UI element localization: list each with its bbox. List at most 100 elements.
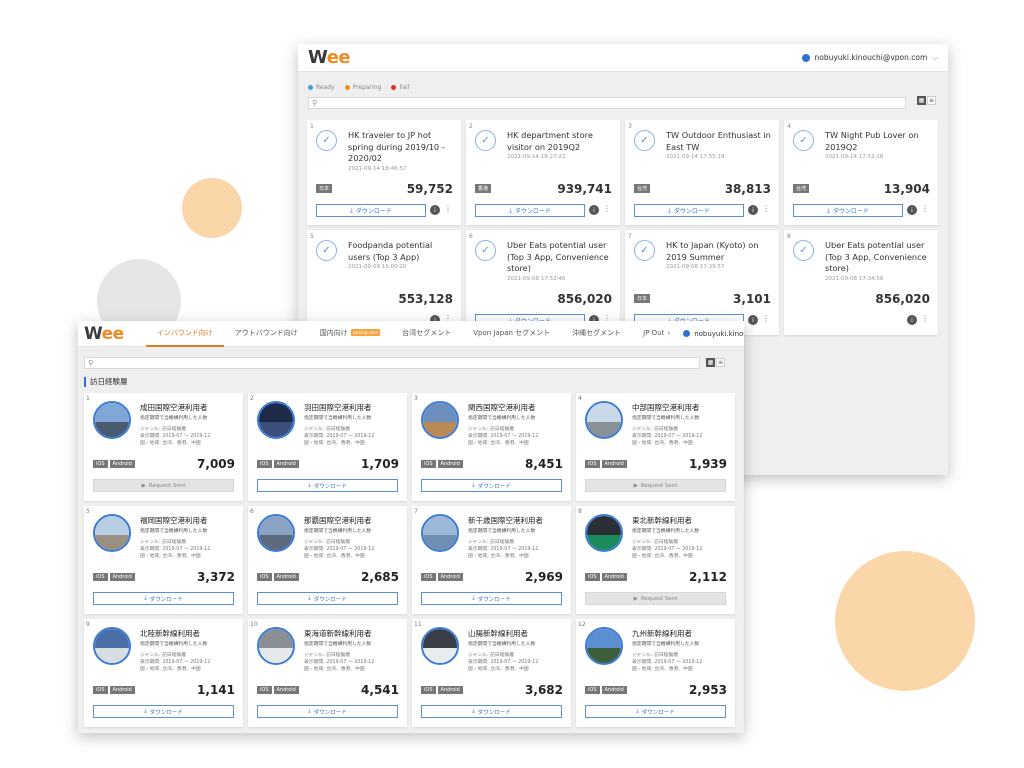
play-icon: ▶	[141, 482, 146, 489]
audience-count: 856,020	[875, 292, 930, 306]
download-button[interactable]: ⤓ダウンロード	[316, 204, 426, 217]
tab-label: 台湾セグメント	[402, 328, 452, 337]
legend-ready: Ready	[308, 84, 335, 91]
info-icon[interactable]: i	[430, 205, 440, 215]
info-icon[interactable]: i	[589, 205, 599, 215]
segment-card[interactable]: 3 関西国際空港利用者 指定期間で当機構利用した人数 ジャンル: 訪日経験層 表示期間:…	[412, 393, 571, 501]
segment-photo	[421, 627, 459, 665]
card-title-block: TW Night Pub Lover on 2019Q2 2021-09-14 1…	[825, 130, 933, 162]
info-icon[interactable]: i	[748, 315, 758, 325]
back-logo[interactable]: Wee	[308, 47, 351, 68]
download-button[interactable]: ⤓ダウンロード	[475, 204, 585, 217]
more-options-icon[interactable]: ⋮	[444, 204, 452, 213]
tab-okinawa-segment[interactable]: 沖縄セグメント	[561, 321, 632, 347]
download-button[interactable]: ⤓ダウンロード	[421, 592, 562, 605]
more-options-icon[interactable]: ⋮	[603, 204, 611, 213]
photo-sky	[423, 403, 457, 422]
segment-photo	[585, 514, 623, 552]
front-user-menu[interactable]: nobuyuki.kinouchi@vpon.com ⌵	[683, 329, 744, 338]
android-tag: Android	[273, 460, 299, 468]
download-button[interactable]: ⤓ダウンロード	[93, 592, 234, 605]
info-icon[interactable]: i	[907, 315, 917, 325]
photo-ground	[95, 647, 129, 663]
segment-card[interactable]: 7 ✓ HK to Japan (Kyoto) on 2019 Summer 2021…	[625, 230, 779, 335]
segment-card[interactable]: 6 ✓ Uber Eats potential user (Top 3 App, C…	[466, 230, 620, 335]
card-number: 9	[86, 621, 90, 628]
legend-preparing-label: Preparing	[352, 84, 382, 91]
download-label: ダウンロード	[477, 709, 511, 716]
more-options-icon[interactable]: ⋮	[921, 204, 929, 213]
segment-card[interactable]: 8 東北新幹線利用者 指定期間で当機構利用した人数 ジャンル: 訪日経験層 表示期間: …	[576, 506, 735, 614]
segment-card[interactable]: 1 ✓ HK traveler to JP hot spring during 20…	[307, 120, 461, 225]
request-sent-button: ▶ Request Sent	[585, 592, 726, 605]
download-button[interactable]: ⤓ダウンロード	[421, 705, 562, 718]
card-meta: ジャンル: 訪日経験層 表示期間: 2019-07 ～ 2019-12 国・地域: …	[140, 426, 210, 447]
tab-inbound[interactable]: インバウンド向け	[145, 321, 224, 347]
platform-tags: iOS Android	[421, 460, 463, 468]
download-button[interactable]: ⤓ダウンロード	[93, 705, 234, 718]
more-options-icon[interactable]: ⋮	[762, 314, 770, 323]
front-card-grid: 1 成田国際空港利用者 指定期間で当機構利用した人数 ジャンル: 訪日経験層 表示期間:…	[84, 393, 735, 727]
more-options-icon[interactable]: ⋮	[921, 314, 929, 323]
segment-card[interactable]: 10 東海道新幹線利用者 指定期間で当機構利用した人数 ジャンル: 訪日経験層 表示期間…	[248, 619, 407, 727]
platform-tags: iOS Android	[585, 573, 627, 581]
card-title: TW Night Pub Lover on 2019Q2	[825, 130, 919, 152]
request-sent-label: Request Sent	[640, 482, 678, 489]
audience-count: 8,451	[525, 457, 563, 471]
download-button[interactable]: ⤓ダウンロード	[257, 479, 398, 492]
grid-view-icon[interactable]: ▦	[917, 96, 926, 105]
segment-card[interactable]: 2 ✓ HK department store visitor on 2019Q2 2…	[466, 120, 620, 225]
download-button[interactable]: ⤓ダウンロード	[421, 479, 562, 492]
more-options-icon[interactable]: ⋮	[762, 204, 770, 213]
segment-photo	[421, 514, 459, 552]
back-user-menu[interactable]: nobuyuki.kinouchi@vpon.com ⌵	[801, 53, 938, 63]
android-tag: Android	[109, 573, 135, 581]
card-period: 表示期間: 2019-07 ～ 2019-12	[468, 660, 539, 665]
download-icon: ⤓	[472, 708, 475, 714]
download-label: ダウンロード	[477, 596, 511, 603]
download-button[interactable]: ⤓ダウンロード	[793, 204, 903, 217]
decorative-circle-orange-large	[835, 551, 975, 691]
download-label: ダウンロード	[149, 709, 183, 716]
audience-count: 1,939	[689, 457, 727, 471]
download-button[interactable]: ⤓ダウンロード	[585, 705, 726, 718]
ios-tag: iOS	[585, 573, 600, 581]
segment-card[interactable]: 5 福岡国際空港利用者 指定期間で当機構利用した人数 ジャンル: 訪日経験層 表示期間:…	[84, 506, 243, 614]
list-view-icon[interactable]: ≡	[927, 96, 936, 105]
audience-count: 3,101	[733, 292, 771, 306]
grid-view-icon[interactable]: ▦	[706, 358, 715, 367]
info-icon[interactable]: i	[748, 205, 758, 215]
section-title: 訪日経験層	[84, 377, 128, 387]
segment-card[interactable]: 4 中部国際空港利用者 指定期間で当機構利用した人数 ジャンル: 訪日経験層 表示期間:…	[576, 393, 735, 501]
card-genre: ジャンル: 訪日経験層	[468, 540, 515, 545]
tab-domestic[interactable]: 国内向け coming soon	[309, 321, 392, 347]
tab-vpon-japan-segment[interactable]: Vpon Japan セグメント	[462, 321, 561, 347]
segment-card[interactable]: 3 ✓ TW Outdoor Enthusiast in East TW 2021-0…	[625, 120, 779, 225]
segment-card[interactable]: 1 成田国際空港利用者 指定期間で当機構利用した人数 ジャンル: 訪日経験層 表示期間:…	[84, 393, 243, 501]
segment-card[interactable]: 2 羽田国際空港利用者 指定期間で当機構利用した人数 ジャンル: 訪日経験層 表示期間:…	[248, 393, 407, 501]
tab-label: 国内向け	[319, 328, 348, 337]
download-label: ダウンロード	[313, 483, 347, 490]
legend-fail-label: Fail	[399, 84, 410, 91]
tab-jp-out[interactable]: JP Out ›	[632, 321, 681, 347]
download-button[interactable]: ⤓ダウンロード	[257, 592, 398, 605]
segment-card[interactable]: 8 ✓ Uber Eats potential user (Top 3 App, C…	[784, 230, 938, 335]
segment-card[interactable]: 12 九州新幹線利用者 指定期間で当機構利用した人数 ジャンル: 訪日経験層 表示期間:…	[576, 619, 735, 727]
front-logo[interactable]: Wee	[84, 324, 124, 344]
segment-card[interactable]: 5 ✓ Foodpanda potential users (Top 3 App) 2…	[307, 230, 461, 335]
download-button[interactable]: ⤓ダウンロード	[634, 204, 744, 217]
front-search-input[interactable]: ⚲	[84, 357, 700, 369]
info-icon[interactable]: i	[907, 205, 917, 215]
tab-outbound[interactable]: アウトバウンド向け	[224, 321, 309, 347]
tab-taiwan-segment[interactable]: 台湾セグメント	[391, 321, 462, 347]
segment-card[interactable]: 9 北陸新幹線利用者 指定期間で当機構利用した人数 ジャンル: 訪日経験層 表示期間: …	[84, 619, 243, 727]
card-title-block: Uber Eats potential user (Top 3 App, Con…	[825, 240, 933, 284]
segment-card[interactable]: 7 新千歳国際空港利用者 指定期間で当機構利用した人数 ジャンル: 訪日経験層 表示期間…	[412, 506, 571, 614]
photo-sky	[587, 629, 621, 648]
segment-card[interactable]: 4 ✓ TW Night Pub Lover on 2019Q2 2021-09-14…	[784, 120, 938, 225]
segment-card[interactable]: 6 那覇国際空港利用者 指定期間で当機構利用した人数 ジャンル: 訪日経験層 表示期間:…	[248, 506, 407, 614]
segment-card[interactable]: 11 山陽新幹線利用者 指定期間で当機構利用した人数 ジャンル: 訪日経験層 表示期間:…	[412, 619, 571, 727]
list-view-icon[interactable]: ≡	[716, 358, 725, 367]
download-button[interactable]: ⤓ダウンロード	[257, 705, 398, 718]
back-search-input[interactable]: ⚲	[308, 97, 906, 109]
